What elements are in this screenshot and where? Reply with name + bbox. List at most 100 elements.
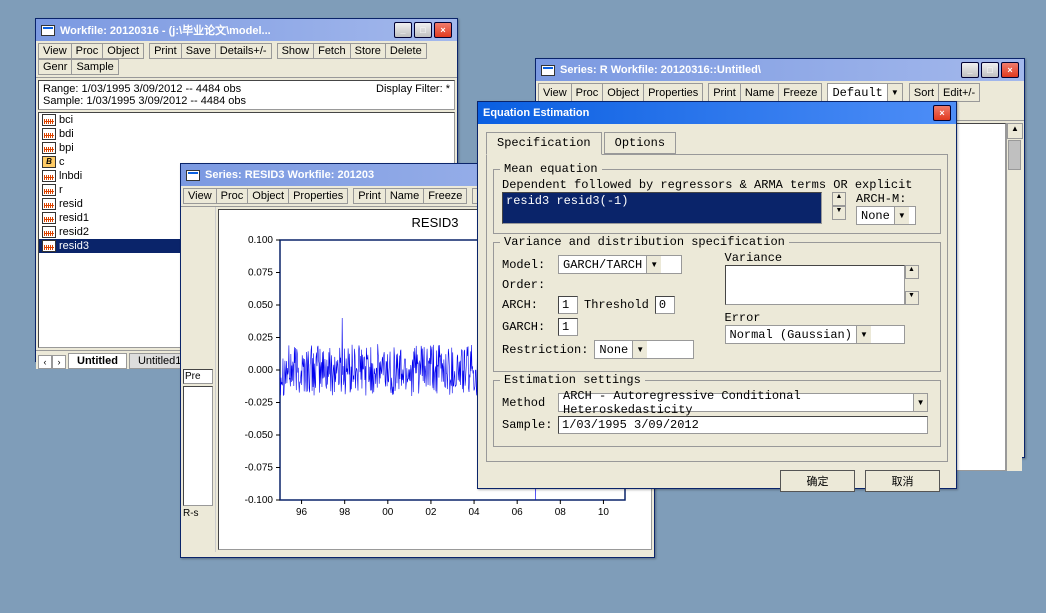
threshold-input[interactable]: [655, 296, 675, 314]
chevron-down-icon[interactable]: ▼: [894, 207, 909, 224]
tab-options[interactable]: Options: [604, 132, 676, 154]
tb-delete[interactable]: Delete: [385, 43, 427, 59]
svg-text:0.075: 0.075: [248, 268, 273, 279]
method-label: Method: [502, 396, 552, 410]
tb-default-combo[interactable]: Default▼: [827, 83, 902, 102]
tb-print[interactable]: Print: [149, 43, 182, 59]
tab-untitled[interactable]: Untitled: [68, 353, 127, 369]
maximize-button[interactable]: □: [414, 22, 432, 38]
workfile-title: Workfile: 20120316 - (j:\毕业论文\model...: [60, 22, 271, 38]
error-label: Error: [725, 311, 933, 325]
scroll-thumb[interactable]: [1008, 140, 1021, 170]
tb-details[interactable]: Details+/-: [215, 43, 272, 59]
garch-label: GARCH:: [502, 320, 552, 334]
tb-save[interactable]: Save: [181, 43, 216, 59]
chevron-down-icon[interactable]: ▼: [856, 326, 871, 343]
close-button[interactable]: ×: [933, 105, 951, 121]
tb-name[interactable]: Name: [385, 188, 424, 204]
object-name: resid2: [59, 226, 89, 238]
tb-view[interactable]: View: [38, 43, 72, 59]
resid3-title: Series: RESID3 Workfile: 201203: [205, 169, 374, 181]
tb-print[interactable]: Print: [353, 188, 386, 204]
series-icon: [42, 142, 56, 154]
arch-input[interactable]: [558, 296, 578, 314]
mean-equation-group: Mean equation Dependent followed by regr…: [493, 169, 941, 234]
object-name: resid3: [59, 240, 89, 252]
tab-prev[interactable]: ‹: [38, 355, 52, 369]
object-name: bdi: [59, 128, 74, 140]
tb-proc[interactable]: Proc: [216, 188, 249, 204]
tb-properties[interactable]: Properties: [288, 188, 348, 204]
tab-specification[interactable]: Specification: [486, 132, 602, 155]
tb-sort[interactable]: Sort: [909, 83, 939, 102]
workfile-titlebar[interactable]: Workfile: 20120316 - (j:\毕业论文\model... _…: [36, 19, 457, 41]
tb-edit[interactable]: Edit+/-: [938, 83, 980, 102]
tb-object[interactable]: Object: [602, 83, 644, 102]
chevron-down-icon[interactable]: ▼: [632, 341, 647, 358]
tb-show[interactable]: Show: [277, 43, 315, 59]
svg-text:06: 06: [512, 507, 524, 518]
mean-legend: Mean equation: [500, 162, 602, 176]
restriction-label: Restriction:: [502, 343, 588, 357]
list-item-bdi[interactable]: bdi: [39, 127, 454, 141]
object-name: lnbdi: [59, 170, 82, 182]
svg-text:04: 04: [469, 507, 481, 518]
sample-input[interactable]: [558, 416, 928, 434]
restriction-select[interactable]: None▼: [594, 340, 694, 359]
tb-properties[interactable]: Properties: [643, 83, 703, 102]
series-icon: [42, 212, 56, 224]
chevron-down-icon[interactable]: ▼: [913, 394, 927, 411]
chevron-down-icon[interactable]: ▼: [887, 84, 902, 101]
scroll-up-icon[interactable]: ▲: [905, 265, 919, 279]
list-item-bpi[interactable]: bpi: [39, 141, 454, 155]
variance-spec-group: Variance and distribution specification …: [493, 242, 941, 372]
minimize-button[interactable]: _: [394, 22, 412, 38]
tb-fetch[interactable]: Fetch: [313, 43, 351, 59]
close-button[interactable]: ×: [1001, 62, 1019, 78]
tb-proc[interactable]: Proc: [571, 83, 604, 102]
svg-text:-0.025: -0.025: [245, 398, 274, 409]
chevron-down-icon[interactable]: ▼: [646, 256, 661, 273]
cancel-button[interactable]: 取消: [865, 470, 940, 492]
ok-button[interactable]: 确定: [780, 470, 855, 492]
tb-genr[interactable]: Genr: [38, 59, 72, 75]
tb-store[interactable]: Store: [350, 43, 386, 59]
close-button[interactable]: ×: [434, 22, 452, 38]
object-name: c: [59, 156, 65, 168]
tb-sample[interactable]: Sample: [71, 59, 118, 75]
r-titlebar[interactable]: Series: R Workfile: 20120316::Untitled\ …: [536, 59, 1024, 81]
scroll-up-icon[interactable]: ▲: [832, 192, 846, 206]
mean-equation-input[interactable]: resid3 resid3(-1): [502, 192, 822, 224]
filter-text: Display Filter: *: [376, 83, 450, 107]
eq-titlebar[interactable]: Equation Estimation ×: [478, 102, 956, 124]
tb-object[interactable]: Object: [102, 43, 144, 59]
equation-estimation-dialog: Equation Estimation × Specification Opti…: [477, 101, 957, 489]
model-select[interactable]: GARCH/TARCH▼: [558, 255, 682, 274]
maximize-button[interactable]: □: [981, 62, 999, 78]
list-item-bci[interactable]: bci: [39, 113, 454, 127]
tab-next[interactable]: ›: [52, 355, 66, 369]
vertical-scrollbar[interactable]: ▲: [1006, 123, 1022, 471]
tb-proc[interactable]: Proc: [71, 43, 104, 59]
minimize-button[interactable]: _: [961, 62, 979, 78]
variance-input[interactable]: [725, 265, 905, 305]
var-legend: Variance and distribution specification: [500, 235, 789, 249]
scroll-down-icon[interactable]: ▼: [832, 206, 846, 220]
tb-print[interactable]: Print: [708, 83, 741, 102]
tb-view[interactable]: View: [538, 83, 572, 102]
scroll-up-icon[interactable]: ▲: [1007, 123, 1023, 139]
scroll-down-icon[interactable]: ▼: [905, 291, 919, 305]
error-select[interactable]: Normal (Gaussian)▼: [725, 325, 905, 344]
tb-freeze[interactable]: Freeze: [778, 83, 822, 102]
tb-object[interactable]: Object: [247, 188, 289, 204]
garch-input[interactable]: [558, 318, 578, 336]
tb-name[interactable]: Name: [740, 83, 779, 102]
object-name: resid: [59, 198, 83, 210]
tb-freeze[interactable]: Freeze: [423, 188, 467, 204]
method-select[interactable]: ARCH - Autoregressive Conditional Hetero…: [558, 393, 928, 412]
mean-desc: Dependent followed by regressors & ARMA …: [502, 178, 932, 192]
dialog-tabs: Specification Options: [486, 132, 948, 155]
archm-select[interactable]: None▼: [856, 206, 916, 225]
series-icon: [42, 170, 56, 182]
tb-view[interactable]: View: [183, 188, 217, 204]
